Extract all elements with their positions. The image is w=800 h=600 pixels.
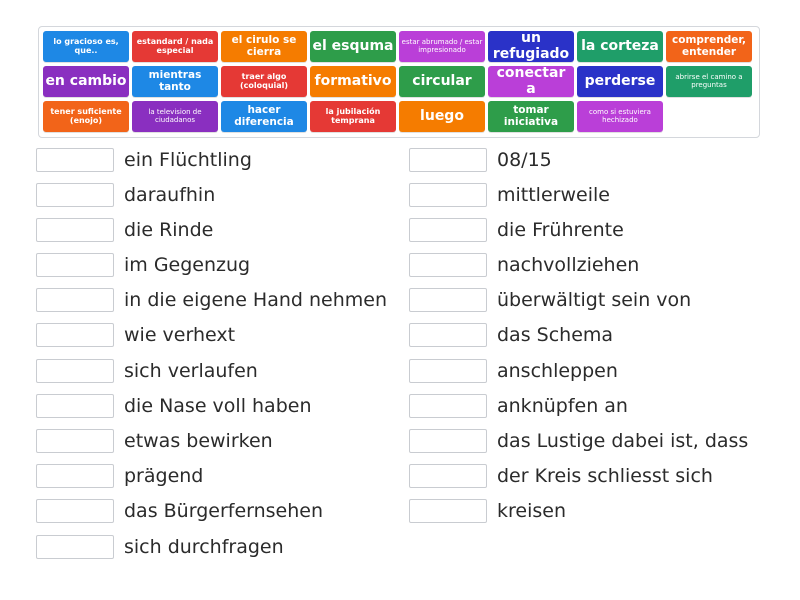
drop-slot[interactable] xyxy=(36,358,114,383)
target-row: sich durchfragen xyxy=(36,533,406,560)
drop-slot[interactable] xyxy=(409,499,487,524)
drop-slot[interactable] xyxy=(36,217,114,242)
answer-tile[interactable]: en cambio xyxy=(43,66,129,97)
target-row: prägend xyxy=(36,463,406,490)
answer-tile[interactable]: perderse xyxy=(577,66,663,97)
target-row: die Nase voll haben xyxy=(36,392,406,419)
drop-slot[interactable] xyxy=(36,253,114,278)
drop-slot[interactable] xyxy=(409,464,487,489)
target-row: anknüpfen an xyxy=(409,392,779,419)
drop-slot[interactable] xyxy=(36,534,114,559)
target-label: wie verhext xyxy=(124,324,236,347)
target-row: kreisen xyxy=(409,498,779,525)
answer-tile[interactable]: mientras tanto xyxy=(132,66,218,97)
target-row: ein Flüchtling xyxy=(36,146,406,173)
target-row: in die eigene Hand nehmen xyxy=(36,287,406,314)
target-label: mittlerweile xyxy=(497,183,610,206)
target-label: anknüpfen an xyxy=(497,394,628,417)
answer-tile[interactable]: la corteza xyxy=(577,31,663,62)
target-column-left: ein Flüchtling daraufhin die Rinde im Gegen… xyxy=(36,146,406,568)
drop-slot[interactable] xyxy=(409,253,487,278)
drop-slot[interactable] xyxy=(36,429,114,453)
drop-slot[interactable] xyxy=(409,217,487,242)
target-row: 08/15 xyxy=(409,146,779,173)
answer-tile[interactable]: circular xyxy=(399,66,485,97)
target-row: anschleppen xyxy=(409,357,779,384)
target-row: überwältigt sein von xyxy=(409,287,779,314)
drop-slot[interactable] xyxy=(409,182,487,207)
answer-tile[interactable]: un refugiado xyxy=(488,31,574,62)
target-label: in die eigene Hand nehmen xyxy=(124,289,388,312)
target-label: etwas bewirken xyxy=(124,430,273,452)
drop-slot[interactable] xyxy=(409,358,487,383)
target-row: wie verhext xyxy=(36,322,406,349)
answer-tile[interactable]: traer algo (coloquial) xyxy=(221,66,307,97)
target-label: anschleppen xyxy=(497,359,618,382)
drop-slot[interactable] xyxy=(36,393,114,418)
target-label: sich durchfragen xyxy=(124,535,284,558)
target-label: das Schema xyxy=(497,324,614,347)
target-row: sich verlaufen xyxy=(36,357,406,384)
target-label: nachvollziehen xyxy=(497,254,640,277)
answer-tile[interactable]: tener suficiente (enojo) xyxy=(43,101,129,132)
drop-slot[interactable] xyxy=(36,499,114,524)
target-label: daraufhin xyxy=(124,183,216,206)
drop-slot[interactable] xyxy=(36,147,114,172)
answer-tile[interactable]: abrirse el camino a preguntas xyxy=(666,66,752,97)
target-row: das Lustige dabei ist, dass xyxy=(409,428,779,455)
target-row: mittlerweile xyxy=(409,181,779,208)
drop-slot[interactable] xyxy=(36,323,114,348)
target-label: das Bürgerfernsehen xyxy=(124,500,324,523)
answer-tile[interactable]: la television de ciudadanos xyxy=(132,101,218,132)
target-label: ein Flüchtling xyxy=(124,148,252,171)
target-row: das Bürgerfernsehen xyxy=(36,498,406,525)
answer-tile[interactable]: el esquma xyxy=(310,31,396,62)
answer-tile[interactable]: lo gracioso es, que.. xyxy=(43,31,129,62)
drop-slot[interactable] xyxy=(36,288,114,313)
target-label: sich verlaufen xyxy=(124,359,258,382)
target-row: nachvollziehen xyxy=(409,252,779,279)
target-label: das Lustige dabei ist, dass xyxy=(497,430,749,452)
answer-tile[interactable]: la jubilación temprana xyxy=(310,101,396,132)
target-label: die Rinde xyxy=(124,218,214,241)
answer-tile[interactable]: hacer diferencia xyxy=(221,101,307,132)
answer-tile[interactable]: el cirulo se cierra xyxy=(221,31,307,62)
drop-slot[interactable] xyxy=(409,288,487,313)
target-label: prägend xyxy=(124,465,204,488)
target-row: der Kreis schliesst sich xyxy=(409,463,779,490)
target-label: die Frührente xyxy=(497,218,624,241)
target-column-right: 08/15 mittlerweile die Frührente nachvollzi… xyxy=(409,146,779,533)
target-label: im Gegenzug xyxy=(124,254,251,277)
answer-tile[interactable]: estandard / nada especial xyxy=(132,31,218,62)
drop-slot[interactable] xyxy=(409,393,487,418)
target-row: daraufhin xyxy=(36,181,406,208)
drop-slot[interactable] xyxy=(36,182,114,207)
answer-tile[interactable]: como si estuviera hechizado xyxy=(577,101,663,132)
answer-tile[interactable]: estar abrumado / estar impresionado xyxy=(399,31,485,62)
target-row: im Gegenzug xyxy=(36,252,406,279)
answer-tile-tray: lo gracioso es, que.. estandard / nada es… xyxy=(38,26,760,138)
answer-tile[interactable]: tomar iniciativa xyxy=(488,101,574,132)
drop-slot[interactable] xyxy=(409,147,487,172)
target-row: die Frührente xyxy=(409,216,779,243)
target-label: die Nase voll haben xyxy=(124,394,312,417)
target-row: die Rinde xyxy=(36,216,406,243)
target-label: 08/15 xyxy=(497,148,552,171)
drop-slot[interactable] xyxy=(409,323,487,348)
target-row: das Schema xyxy=(409,322,779,349)
target-label: überwältigt sein von xyxy=(497,289,692,312)
target-label: kreisen xyxy=(497,500,566,523)
answer-tile[interactable]: formativo xyxy=(310,66,396,97)
target-label: der Kreis schliesst sich xyxy=(497,465,713,488)
drop-slot[interactable] xyxy=(409,429,487,453)
target-row: etwas bewirken xyxy=(36,428,406,455)
drop-slot[interactable] xyxy=(36,464,114,489)
match-targets: ein Flüchtling daraufhin die Rinde im Gegen… xyxy=(36,146,776,576)
answer-tile[interactable]: luego xyxy=(399,101,485,132)
answer-tile[interactable]: conectar a xyxy=(488,66,574,97)
answer-tile[interactable]: comprender, entender xyxy=(666,31,752,62)
